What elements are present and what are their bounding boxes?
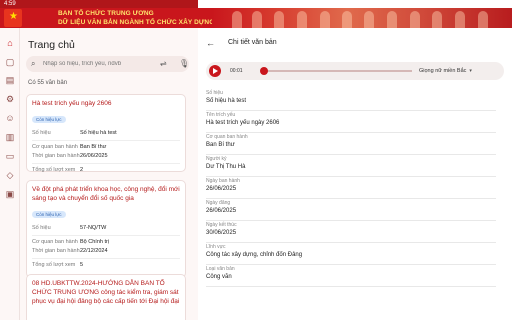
document-icon[interactable]: ▤: [5, 75, 15, 85]
shield-icon[interactable]: ◇: [5, 170, 15, 180]
card-meta-row: Cơ quan ban hành Ban Bí thư: [32, 144, 107, 150]
card-meta-row: Cơ quan ban hành Bộ Chính trị: [32, 239, 110, 245]
filter-icon[interactable]: ⇌: [160, 59, 167, 68]
person-icon[interactable]: ☺: [5, 113, 15, 123]
status-badge: Còn hiệu lực: [32, 211, 66, 218]
progress-thumb[interactable]: [260, 67, 268, 75]
detail-title: Chi tiết văn bản: [228, 39, 277, 46]
nav-rail: ⌂ ▢ ▤ ⚙ ☺ ▥ ▭ ◇ ▣: [0, 28, 20, 320]
player-time: 00:01: [230, 68, 243, 74]
voice-select[interactable]: Giọng nữ miền Bắc ▾: [419, 68, 472, 74]
audio-player: 00:01 Giọng nữ miền Bắc ▾: [206, 62, 504, 80]
search-icon: ⌕: [31, 59, 36, 68]
result-count: Có 55 văn bản: [28, 80, 68, 86]
detail-field: Người ký Dư Thị Thu Hà: [206, 156, 496, 177]
home-icon[interactable]: ⌂: [5, 38, 15, 48]
banner-image: [212, 8, 512, 28]
card-meta-row: Tổng số lượt xem 5: [32, 262, 84, 268]
search-input[interactable]: [43, 58, 153, 70]
card-title: 08 HD.UBKTTW.2024-HƯỚNG DẪN BAN TỔ CHỨC …: [32, 280, 180, 305]
document-card[interactable]: Hà test trích yếu ngày 2606 Còn hiệu lực…: [26, 94, 186, 173]
card-meta-row: Thời gian ban hành26/06/2025: [32, 153, 108, 159]
banner-title-line2: DỮ LIỆU VĂN BẢN NGÀNH TỔ CHỨC XÂY DỰNG Đ…: [58, 19, 236, 26]
card-meta-row: Số hiệu 57-NQ/TW: [32, 225, 107, 231]
detail-field: Loại văn bản Công văn: [206, 266, 496, 287]
docs-icon[interactable]: ▣: [5, 189, 15, 199]
page-title: Trang chủ: [28, 39, 75, 51]
message-icon[interactable]: ▭: [5, 151, 15, 161]
detail-fields: Số hiệu Số hiệu hà test Tên trích yếu Hà t…: [198, 88, 512, 320]
detail-field: Số hiệu Số hiệu hà test: [206, 90, 496, 111]
status-badge: Còn hiệu lực: [32, 116, 66, 123]
people-settings-icon[interactable]: ⚙: [5, 94, 15, 104]
document-card[interactable]: 08 HD.UBKTTW.2024-HƯỚNG DẪN BAN TỔ CHỨC …: [26, 274, 186, 320]
detail-field: Tên trích yếu Hà test trích yếu ngày 2606: [206, 112, 496, 133]
detail-field: Cơ quan ban hành Ban Bí thư: [206, 134, 496, 155]
status-bar: 4:59 ▾ ▮: [0, 0, 512, 292]
cube-icon[interactable]: ▢: [5, 57, 15, 67]
progress-track[interactable]: [264, 70, 412, 72]
card-title: Về đột phá phát triển khoa học, công ngh…: [32, 186, 180, 202]
detail-field: Ngày ban hành 26/06/2025: [206, 178, 496, 199]
document-detail-panel: ← Chi tiết văn bản 00:01 Giọng nữ miền B…: [198, 28, 512, 320]
chevron-down-icon: ▾: [469, 68, 472, 74]
document-list-panel: Trang chủ ⌕ ⇌ 🎙 Có 55 văn bản Hà test tr…: [20, 28, 195, 320]
status-time: 4:59: [4, 1, 16, 7]
header-banner: BAN TỔ CHỨC TRUNG ƯƠNG DỮ LIỆU VĂN BẢN N…: [0, 8, 512, 28]
detail-field: Ngày kết thúc 30/06/2025: [206, 222, 496, 243]
search-bar: ⌕ ⇌ 🎙: [26, 56, 189, 72]
card-meta-row: Tổng số lượt xem 2: [32, 167, 84, 173]
detail-field: Lĩnh vực Công tác xây dựng, chỉnh đốn Đản…: [206, 244, 496, 265]
back-arrow-icon[interactable]: ←: [206, 38, 215, 48]
card-title: Hà test trích yếu ngày 2606: [32, 100, 112, 107]
microphone-icon[interactable]: 🎙: [179, 59, 189, 68]
book-icon[interactable]: ▥: [5, 132, 15, 142]
card-meta-row: Số hiệu Số hiệu hà test: [32, 130, 117, 136]
document-card[interactable]: Về đột phá phát triển khoa học, công ngh…: [26, 180, 186, 278]
detail-field: Ngày đăng 26/06/2025: [206, 200, 496, 221]
card-meta-row: Thời gian ban hành22/12/2024: [32, 248, 108, 254]
party-emblem-icon: [4, 9, 22, 27]
play-button[interactable]: [209, 65, 221, 77]
detail-topbar: ← Chi tiết văn bản: [198, 28, 512, 58]
banner-title-line1: BAN TỔ CHỨC TRUNG ƯƠNG: [58, 10, 154, 17]
